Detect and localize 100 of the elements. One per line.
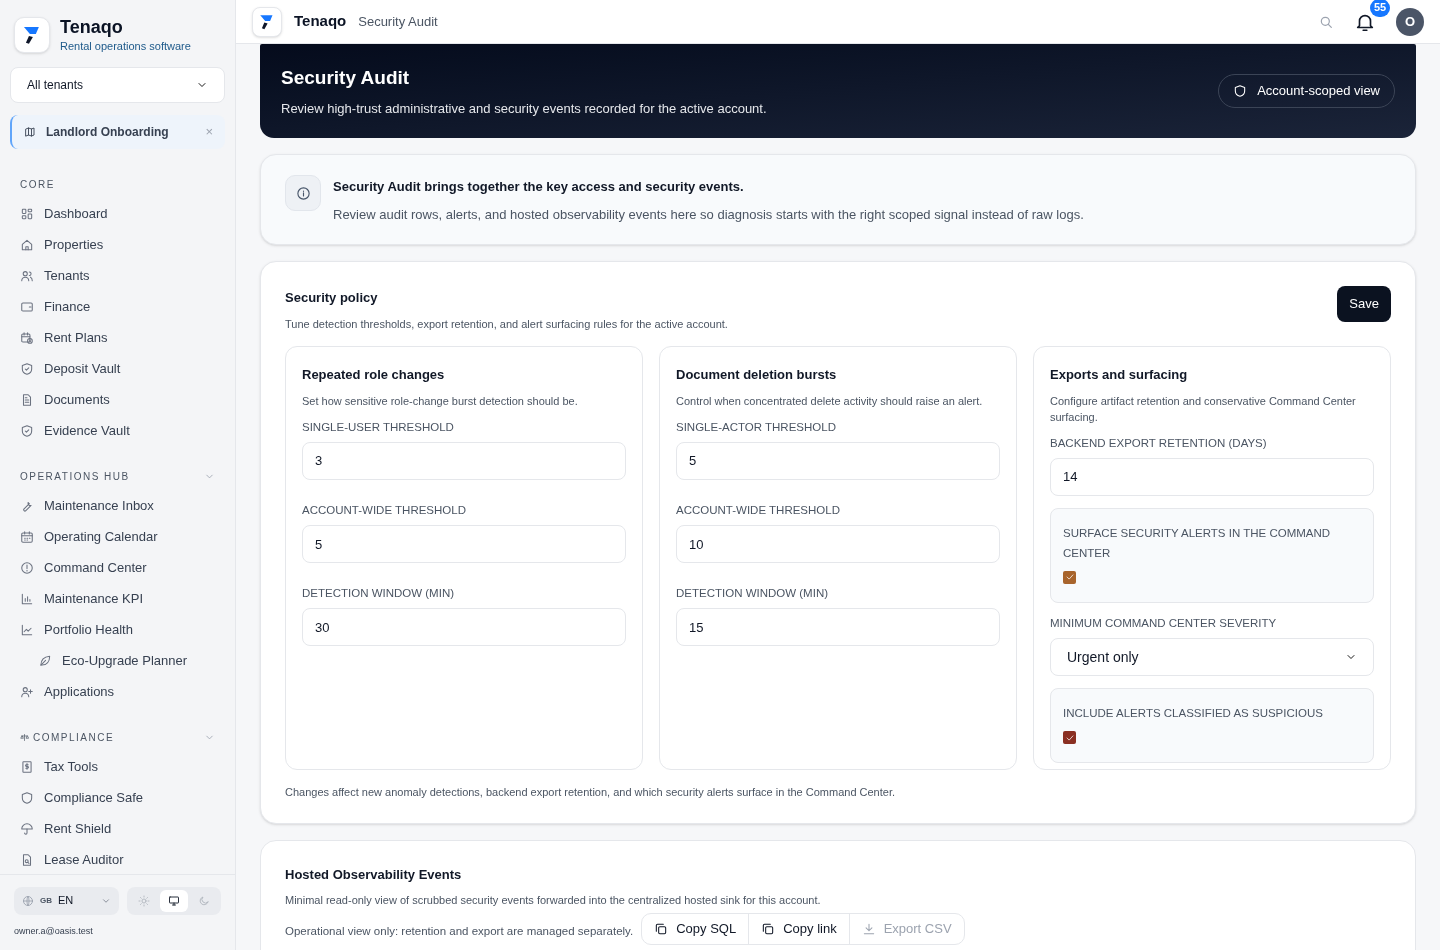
sidebar-item[interactable]: Rent Plans <box>10 322 225 354</box>
shield-icon <box>20 791 34 805</box>
user-email: owner.a@oasis.test <box>14 924 94 938</box>
field-label: DETECTION WINDOW (MIN) <box>302 586 456 601</box>
monitor-icon <box>168 894 180 907</box>
sidebar-item[interactable]: Lease Auditor <box>10 844 225 874</box>
users-icon <box>20 269 34 283</box>
wallet-icon <box>20 300 34 314</box>
leaf-icon <box>38 654 52 668</box>
calendar-clock-icon <box>20 331 34 345</box>
globe-icon <box>22 894 34 907</box>
sidebar-item[interactable]: Portfolio Health <box>10 614 225 646</box>
field-label: SINGLE-USER THRESHOLD <box>302 419 455 435</box>
notification-count: 55 <box>1370 0 1390 17</box>
sidebar-item[interactable]: Finance <box>10 291 225 323</box>
checkbox[interactable] <box>1063 570 1076 584</box>
checkbox-label: INCLUDE ALERTS CLASSIFIED AS SUSPICIOUS <box>1063 706 1324 721</box>
info-text: Review audit rows, alerts, and hosted observability events here so diagnosis starts with the right scoped signal instead of raw logs. <box>333 205 1084 224</box>
checkbox[interactable] <box>1063 731 1076 744</box>
bar-chart-icon <box>20 592 34 606</box>
sidebar-item[interactable]: Command Center <box>10 552 225 584</box>
shield-check-icon <box>20 362 34 376</box>
section-description: Tune detection thresholds, export retention, and alert surfacing rules for the active account. <box>285 316 728 332</box>
number-field[interactable]: 15 <box>676 608 1000 647</box>
download-icon <box>861 921 876 936</box>
sidebar-item[interactable]: Properties <box>10 229 225 261</box>
line-chart-icon <box>20 623 34 637</box>
sidebar-item[interactable]: Operating Calendar <box>10 521 225 553</box>
sidebar-item[interactable]: Tenants <box>10 260 225 292</box>
action-button[interactable]: Copy SQL <box>642 913 749 944</box>
sidebar-item[interactable]: Compliance Safe <box>10 782 225 814</box>
scale-icon <box>20 733 29 742</box>
number-field[interactable]: 5 <box>302 525 626 563</box>
copy-icon <box>654 921 669 936</box>
hero-title: Security Audit <box>281 66 411 90</box>
sidebar-item[interactable]: Evidence Vault <box>10 415 225 447</box>
number-field[interactable]: 30 <box>302 608 626 647</box>
info-glyph-icon <box>295 185 311 201</box>
copy-icon <box>761 921 776 936</box>
sidebar-item[interactable]: Applications <box>10 676 225 708</box>
alert-circle-icon <box>20 561 34 575</box>
checkbox-label: SURFACE SECURITY ALERTS IN THE COMMAND CENTER <box>1063 525 1332 561</box>
section-description: Minimal read-only view of scrubbed security events forwarded into the centralized hosted sink for this account. <box>285 893 822 908</box>
file-search-icon <box>20 853 34 867</box>
save-button[interactable]: Save <box>1337 286 1391 322</box>
field-label: MINIMUM COMMAND CENTER SEVERITY <box>1050 615 1278 631</box>
number-field[interactable]: 14 <box>1050 457 1374 496</box>
home-icon <box>20 238 34 252</box>
panel-description: Set how sensitive role-change burst detection should be. <box>302 393 579 409</box>
section-title: Hosted Observability Events <box>285 865 463 884</box>
field-label: DETECTION WINDOW (MIN) <box>676 586 830 601</box>
panel-description: Control when concentrated delete activity should raise an alert. <box>676 393 984 409</box>
sidebar-item[interactable]: Maintenance KPI <box>10 583 225 615</box>
check-icon <box>1064 572 1075 583</box>
moon-icon <box>198 894 210 907</box>
check-icon <box>1064 732 1075 743</box>
shield-check-icon <box>20 424 34 438</box>
pinned-item[interactable]: Landlord Onboarding × <box>10 114 225 149</box>
grid-icon <box>20 207 34 221</box>
panel-title: Exports and surfacing <box>1050 366 1189 384</box>
panel-title: Repeated role changes <box>302 366 446 384</box>
field-label: BACKEND EXPORT RETENTION (DAYS) <box>1050 435 1268 451</box>
calendar-icon <box>20 530 34 544</box>
avatar[interactable]: O <box>1396 7 1424 36</box>
action-button[interactable]: Copy link <box>748 913 849 944</box>
receipt-icon <box>20 760 34 774</box>
section-heading: OPERATIONS HUB <box>20 470 130 484</box>
policy-footnote: Changes affect new anomaly detections, backend export retention, and which security alerts surface in the Command Center. <box>285 785 897 800</box>
sidebar-item[interactable]: Maintenance Inbox <box>10 490 225 522</box>
section-title: Security policy <box>285 289 379 307</box>
sidebar-item[interactable]: Eco-Upgrade Planner <box>10 645 225 677</box>
tenant-select[interactable]: All tenants <box>10 66 225 103</box>
number-field[interactable]: 3 <box>302 441 626 480</box>
map-icon <box>24 125 36 138</box>
number-field[interactable]: 5 <box>676 441 1000 480</box>
shield-icon <box>1233 84 1248 98</box>
document-icon <box>20 393 34 407</box>
section-heading: COMPLIANCE <box>33 731 115 745</box>
sidebar-item[interactable]: Deposit Vault <box>10 353 225 385</box>
field-label: SINGLE-ACTOR THRESHOLD <box>676 419 837 435</box>
sidebar-item[interactable]: Documents <box>10 384 225 416</box>
hero-subtitle: Review high-trust administrative and security events recorded for the active account. <box>281 99 767 118</box>
logo-icon <box>252 6 282 37</box>
sidebar-item[interactable]: Tax Tools <box>10 751 225 783</box>
sidebar-item[interactable]: Rent Shield <box>10 813 225 845</box>
theme-toggle[interactable] <box>160 889 188 912</box>
sidebar-item[interactable]: Dashboard <box>10 198 225 230</box>
field-label: ACCOUNT-WIDE THRESHOLD <box>302 502 467 518</box>
user-plus-icon <box>20 685 34 699</box>
app-name: Tenaqo <box>294 11 347 32</box>
section-heading: CORE <box>20 178 55 192</box>
language-select[interactable]: GB EN <box>14 886 119 915</box>
page-title: Security Audit <box>358 12 438 31</box>
wrench-icon <box>20 499 34 513</box>
brand-tagline: Rental operations software <box>60 39 191 54</box>
severity-select[interactable]: Urgent only <box>1050 638 1374 676</box>
umbrella-icon <box>20 822 34 836</box>
number-field[interactable]: 10 <box>676 525 1000 563</box>
operational-note: Operational view only: retention and export are managed separately. <box>285 923 634 939</box>
sun-icon <box>138 894 150 907</box>
